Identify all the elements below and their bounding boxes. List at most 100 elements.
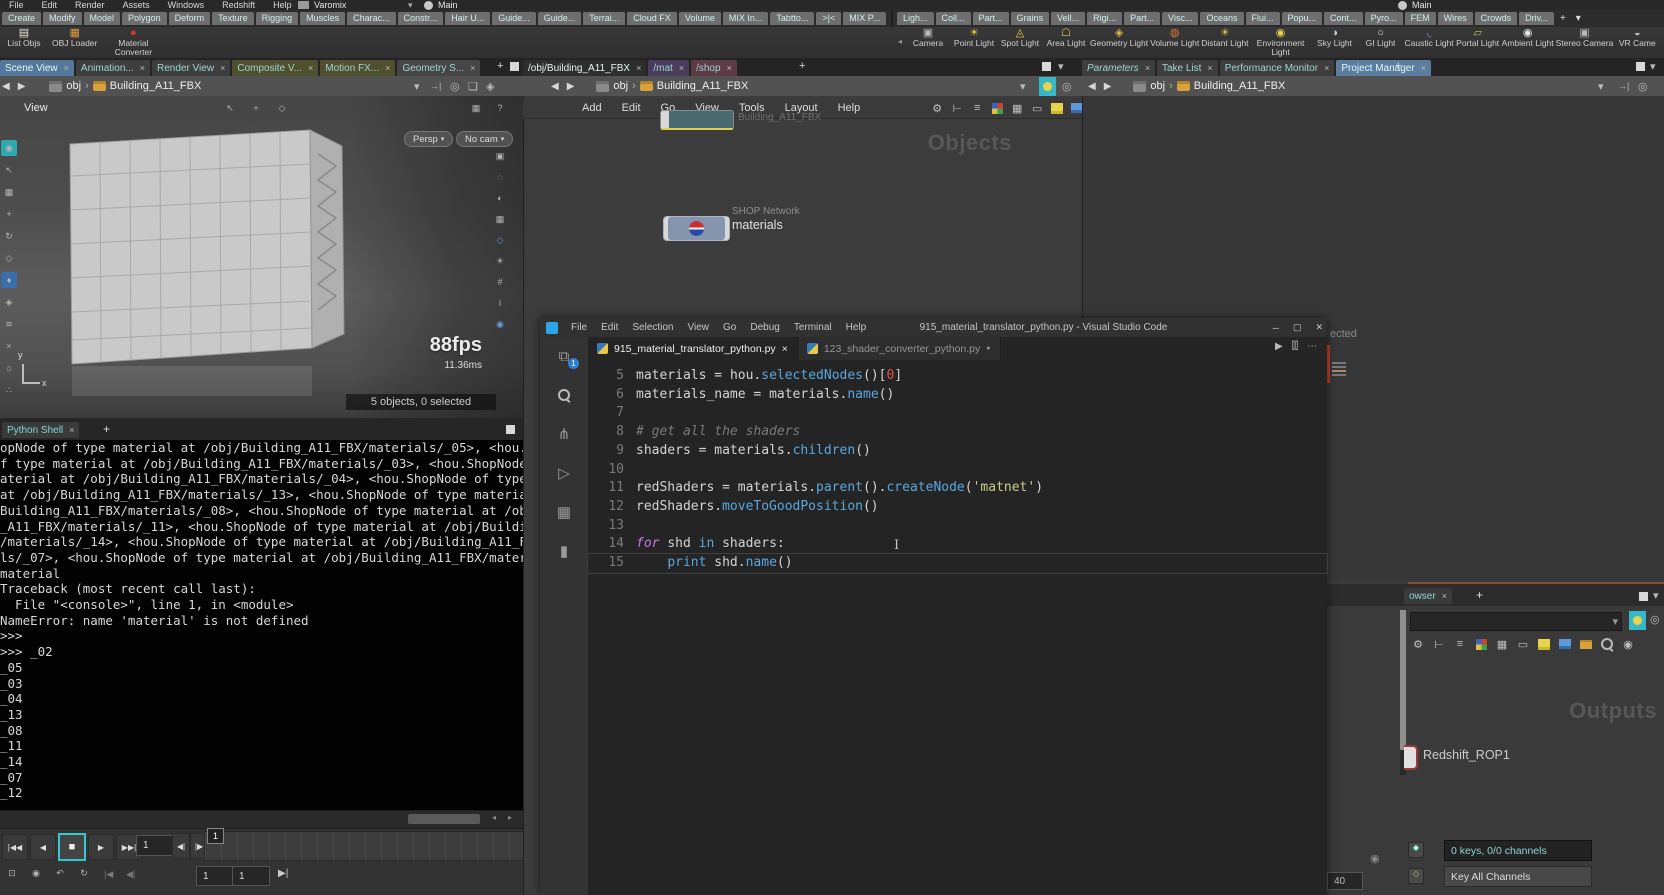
snap-tool-icon[interactable]: ◈ [1,294,17,310]
shelf-tab[interactable]: Wires [1438,12,1473,25]
split-editor-icon[interactable]: ⫿⫿ [1292,341,1298,352]
vscode-menu-edit[interactable]: Edit [594,322,625,333]
shelf-tab[interactable]: Cont... [1324,12,1363,25]
shelf-tool-geometry-light[interactable]: ◈Geometry Light [1090,27,1148,57]
scale-tool-icon[interactable]: ◇ [1,250,17,266]
viewport-view-menu[interactable]: View [24,102,48,114]
scene-pane-tab[interactable]: Render View× [152,60,230,76]
wrench-tools-icon[interactable]: ⚙ [929,100,945,116]
lights-toggle-icon[interactable]: ☀ [492,253,508,269]
pane-maximize-icon[interactable] [1042,62,1051,71]
camera-view-icon[interactable]: ▣ [492,148,508,164]
camera-badge[interactable]: No cam▾ [456,131,513,147]
code-line[interactable]: 13 [588,517,1327,536]
shelf-tab[interactable]: Guide... [538,12,582,25]
shelf-tool-gi-light[interactable]: ○GI Light [1359,27,1403,57]
lightbulb-toggle-icon[interactable] [1039,77,1056,96]
code-line[interactable]: 9shaders = materials.children() [588,442,1327,461]
building-model[interactable] [40,114,380,404]
shelf-scroll-left-icon[interactable]: ◂ [898,37,902,46]
menu-item-windows[interactable]: Windows [159,0,214,10]
chevron-down-icon[interactable]: ▾ [408,0,413,10]
stop-button[interactable]: ■ [58,833,86,861]
radial-menu-icon[interactable]: ◎ [1062,80,1072,93]
menu-item-file[interactable]: File [0,0,33,10]
close-icon[interactable]: × [636,63,641,73]
close-icon[interactable]: ✕ [1315,322,1323,333]
shelf-tab[interactable]: Visc... [1162,12,1198,25]
shelf-tool-obj-loader[interactable]: ▦OBJ Loader [52,27,97,57]
path-dropdown-icon[interactable]: ▾ [1612,615,1618,628]
breadcrumb-root[interactable]: obj [613,80,628,92]
shelf-tab[interactable]: Driv... [1519,12,1554,25]
pane-maximize-icon[interactable] [506,425,515,434]
snap-grid-icon[interactable]: ▦ [492,211,508,227]
back-arrow-icon[interactable]: ◀ [0,81,12,92]
snap-icon[interactable]: ◇ [274,100,290,116]
close-icon[interactable]: × [69,425,74,435]
shelf-tab-menu-icon[interactable]: ▾ [1572,13,1585,24]
tree-view-icon[interactable]: ⊢ [1431,636,1447,652]
path-dropdown-icon[interactable]: ▾ [1020,80,1026,93]
maximize-icon[interactable]: ▢ [1293,322,1302,333]
extensions-icon[interactable]: ▦ [553,501,575,523]
pane-maximize-icon[interactable] [510,62,519,71]
network-pane-tab[interactable]: /shop× [691,60,737,76]
grid-toggle-icon[interactable]: # [492,274,508,290]
shelf-tab[interactable]: FEM [1405,12,1436,25]
nav-prev-icon[interactable]: |◀ [104,869,113,880]
shelf-tool-stereo-camera[interactable]: ▣Stereo Camera [1556,27,1614,57]
forward-arrow-icon[interactable]: ▶ [565,81,577,92]
close-icon[interactable]: × [1442,591,1447,601]
outputs-path-field[interactable]: ▾ [1410,612,1622,631]
shelf-tab[interactable]: Hair U... [445,12,490,25]
network-pane-tab[interactable]: /mat× [648,60,689,76]
wrench-tools-icon[interactable]: ⚙ [1410,636,1426,652]
shelf-tool-caustic-light[interactable]: ◟Caustic Light [1405,27,1454,57]
desktop-selector[interactable]: Varomix [314,0,346,10]
shelf-tool-list-objs[interactable]: ▤List Objs [2,27,46,57]
play-button[interactable]: ▶ [88,834,114,860]
realtime-toggle-icon[interactable]: ↻ [76,865,92,881]
vscrollbar-thumb[interactable] [1400,610,1406,750]
go-to-start-button[interactable]: |◀◀ [2,834,28,860]
layout-icon[interactable]: ▦ [468,100,484,116]
shelf-tab[interactable]: Rigi... [1087,12,1122,25]
close-icon[interactable]: × [140,63,145,73]
search-icon[interactable] [553,384,575,406]
close-icon[interactable]: × [385,63,390,73]
sticky-note-icon[interactable] [1049,100,1065,116]
shelf-tab[interactable]: Constr... [398,12,444,25]
add-tab-button[interactable]: + [796,60,808,72]
code-line[interactable]: 11redShaders = materials.parent().create… [588,479,1327,498]
scene-pane-tab[interactable]: Scene View× [0,60,74,76]
editor-tab[interactable]: 123_shader_converter_python.py● [798,337,1001,360]
cube-display-icon[interactable]: ❏ [468,80,478,93]
shelf-tool-point-light[interactable]: ☀Point Light [952,27,996,57]
keys-status-field[interactable]: 0 keys, 0/0 channels [1444,840,1592,861]
shelf-tab[interactable]: Create [2,12,41,25]
select-tool-icon[interactable]: ↖ [1,162,17,178]
shelf-tool-ambient-light[interactable]: ◉Ambient Light [1502,27,1554,57]
network-menu-help[interactable]: Help [829,102,870,114]
bookmark-icon[interactable]: ▮ [553,540,575,562]
radial-menu-icon[interactable]: ◎ [450,80,460,93]
transform-handle-icon[interactable]: + [248,100,264,116]
desktop2-main-label[interactable]: Main [1412,0,1432,10]
shelf-tool-vr-came[interactable]: ◒VR Came [1615,27,1659,57]
timeline-ruler[interactable]: 1 [204,831,525,861]
scene-pane-tab[interactable]: Geometry S...× [397,60,480,76]
vscode-menu-selection[interactable]: Selection [625,322,680,333]
key-all-icon[interactable]: ◇ [1408,868,1424,884]
vscode-editor[interactable]: 5materials = hou.selectedNodes()[0]6mate… [588,360,1327,895]
scene-viewport[interactable]: View ↖+◇ ▦? Persp▾ No cam▾ ◉↖▦+↻◇♦◈≋×⌂∴ … [0,96,523,418]
run-button[interactable]: ▶ [1275,341,1283,352]
scene-pane-tab[interactable]: Motion FX...× [320,60,395,76]
shelf-tab[interactable]: Part... [1124,12,1160,25]
color-palette-icon[interactable] [1473,636,1489,652]
scrollbar-thumb[interactable] [408,814,480,824]
scroll-right-icon[interactable]: ▸ [508,813,512,822]
close-icon[interactable]: × [308,63,313,73]
shelf-tab[interactable]: Polygon [122,12,167,25]
shelf-tool-material-converter[interactable]: ●Material Converter [103,27,163,57]
